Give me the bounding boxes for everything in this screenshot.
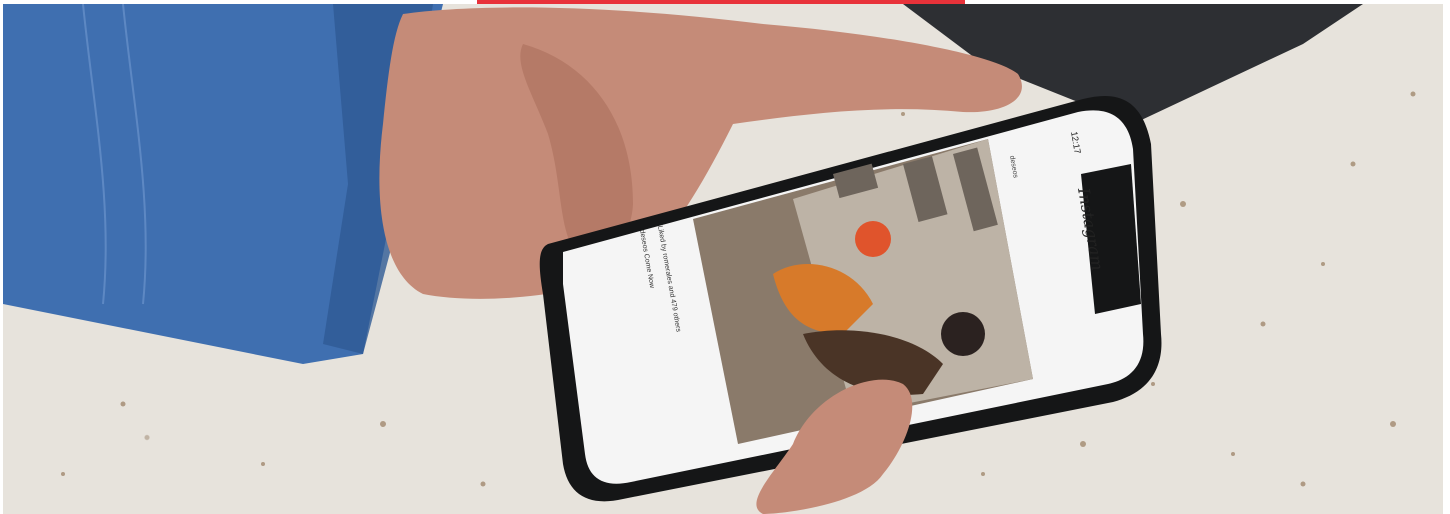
photo-illustration: Instagram 12:17 deseos Liked by romerale… [3,4,1416,514]
hero-photo: Instagram 12:17 deseos Liked by romerale… [3,4,1443,514]
